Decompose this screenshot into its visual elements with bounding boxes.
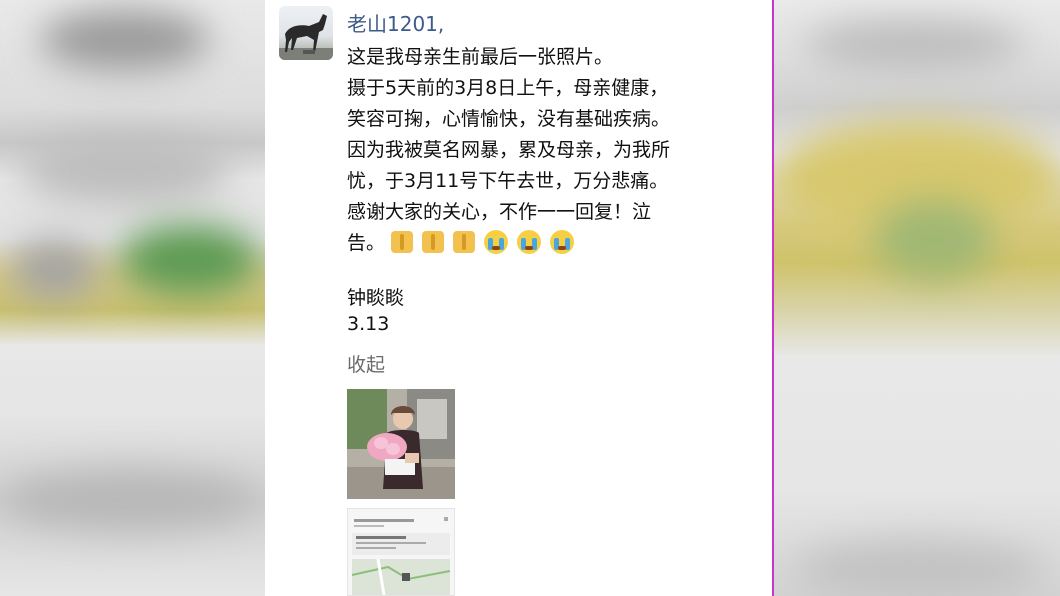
- horse-statue-icon: [279, 14, 333, 60]
- post-line-last: 告。: [347, 228, 757, 259]
- blurred-shape: [40, 10, 210, 70]
- blurred-shape: [20, 135, 230, 205]
- post-body: 这是我母亲生前最后一张照片。 摄于5天前的3月8日上午，母亲健康， 笑容可掬，心…: [347, 42, 757, 259]
- post-line: 忧，于3月11号下午去世，万分悲痛。: [347, 170, 669, 192]
- blurred-background-right: [774, 0, 1060, 596]
- emoji-row: [391, 228, 577, 259]
- post-card: 老山1201, 这是我母亲生前最后一张照片。 摄于5天前的3月8日上午，母亲健康…: [265, 0, 773, 596]
- post-date: 3.13: [347, 313, 390, 335]
- blurred-shape: [10, 240, 100, 300]
- avatar[interactable]: [279, 6, 333, 60]
- collapse-button[interactable]: 收起: [347, 350, 385, 377]
- blurred-shape: [0, 470, 260, 530]
- crying-emoji-icon: [484, 230, 509, 254]
- photo-thumbnail-mother[interactable]: [347, 389, 455, 499]
- post-line: 摄于5天前的3月8日上午，母亲健康，: [347, 77, 669, 99]
- blurred-shape: [120, 225, 260, 295]
- blurred-background-left: [0, 0, 265, 596]
- post-line-text: 告。: [347, 232, 386, 254]
- post-line: 感谢大家的关心，不作一一回复！泣: [347, 201, 652, 223]
- post-line: 这是我母亲生前最后一张照片。: [347, 46, 614, 68]
- author-name[interactable]: 老山1201,: [347, 8, 444, 37]
- blurred-shape: [804, 20, 1024, 70]
- pray-emoji-icon: [453, 231, 476, 253]
- crying-emoji-icon: [517, 230, 542, 254]
- crying-emoji-icon: [550, 230, 575, 254]
- post-signature: 钟睒睒: [347, 287, 405, 309]
- pray-emoji-icon: [422, 231, 445, 253]
- photo-thumbnail-metadata[interactable]: [347, 508, 455, 596]
- pray-emoji-icon: [391, 231, 414, 253]
- blurred-shape: [874, 200, 994, 280]
- photo-image: [347, 389, 455, 499]
- post-line: 因为我被莫名网暴，累及母亲，为我所: [347, 139, 671, 161]
- post-line: 笑容可掬，心情愉快，没有基础疾病。: [347, 108, 671, 130]
- screenshot-border: [772, 0, 774, 596]
- blurred-shape: [794, 540, 1044, 596]
- photo-metadata-image: [348, 509, 454, 595]
